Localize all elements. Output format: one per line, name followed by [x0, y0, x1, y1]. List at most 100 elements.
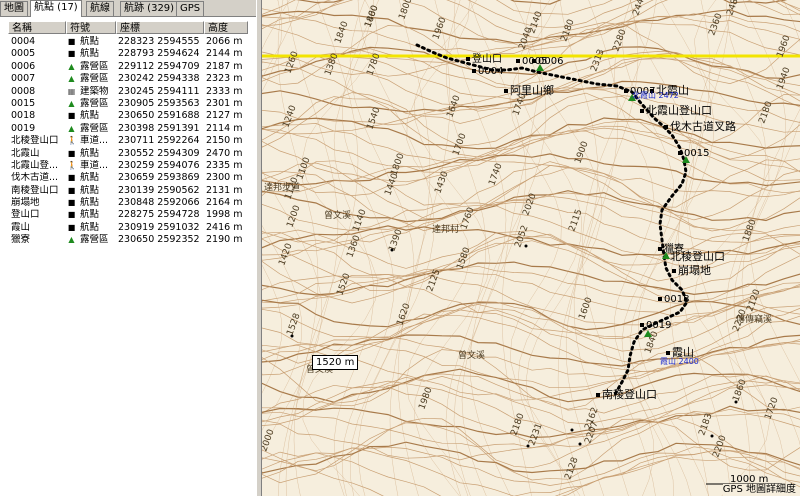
waypoint-altitude: 2131 m: [206, 184, 243, 196]
waypoint-symbol-label: 航點: [80, 147, 100, 159]
tab-waypoints[interactable]: 航點 (17): [30, 0, 82, 17]
waypoint-marker: [672, 269, 676, 273]
waypoint-symbol-label: 航點: [80, 36, 100, 47]
waypoint-coord: 230919 2591032: [118, 221, 200, 233]
square-icon: ■: [67, 173, 76, 183]
waypoint-name: 0007: [11, 73, 36, 85]
spot-height-dot: [524, 244, 528, 248]
contour-label: 1528: [285, 312, 302, 337]
waypoint-marker: [666, 351, 670, 355]
waypoint-symbol-label: 露營區: [80, 234, 109, 246]
contour-line: [405, 0, 471, 496]
contour-label: 2180: [509, 412, 526, 437]
contour-line: [262, 368, 800, 403]
waypoint-symbol-label: 航點: [80, 110, 100, 122]
waypoint-name: 0008: [11, 85, 36, 97]
contour-label: 1940: [775, 66, 792, 91]
waypoint-symbol-label: 露營區: [80, 60, 109, 72]
contour-label: 1700: [451, 132, 468, 157]
table-row[interactable]: 獵寮 露營區 230650 2592352 2190 m ▲: [0, 234, 256, 246]
table-row[interactable]: 0007 露營區 230242 2594338 2323 m ▲: [0, 73, 256, 85]
waypoint-symbol-label: 露營區: [80, 73, 109, 85]
contour-label: 1360: [345, 234, 362, 259]
table-row[interactable]: 北霞山 航點 230552 2594309 2470 m ■: [0, 148, 256, 160]
table-row[interactable]: 0019 露營區 230398 2591391 2114 m ▲: [0, 123, 256, 135]
waypoint-name: 0019: [11, 122, 36, 134]
waypoint-altitude: 2164 m: [206, 197, 243, 209]
waypoint-label: 崩塌地: [678, 263, 711, 277]
waypoint-label: 0015: [684, 148, 709, 159]
waypoint-name: 北霞山: [11, 147, 40, 159]
waypoint-symbol-label: 航點: [80, 221, 100, 233]
place-label: 傳傳竊溪: [736, 313, 772, 325]
tent-icon: ▲: [68, 98, 75, 108]
waypoint-name: 0006: [11, 60, 36, 72]
table-row[interactable]: 0004 航點 228323 2594555 2066 m ■: [0, 36, 256, 48]
table-row[interactable]: 北稜登山口 車道... 230711 2592264 2150 m 🚶: [0, 135, 256, 147]
square-icon: ■: [67, 111, 76, 121]
table-row[interactable]: 0015 露營區 230905 2593563 2301 m ▲: [0, 98, 256, 110]
spot-height-dot: [734, 400, 738, 404]
table-row[interactable]: 霞山 航點 230919 2591032 2416 m ■: [0, 222, 256, 234]
building-icon: ▦: [67, 86, 76, 96]
waypoint-altitude: 2066 m: [206, 36, 243, 47]
table-row[interactable]: 0008 建築物 230245 2594111 2333 m ▦: [0, 86, 256, 98]
waypoint-label: 0019: [646, 320, 671, 331]
contour-label: 1960: [431, 16, 448, 41]
waypoint-name: 登山口: [11, 209, 40, 221]
col-header-coord[interactable]: 座標: [116, 21, 204, 34]
waypoint-label: 0006: [538, 56, 563, 67]
waypoint-marker: [664, 125, 668, 129]
waypoint-symbol-label: 航點: [80, 48, 100, 60]
contour-label: 2140: [527, 10, 544, 35]
table-row[interactable]: 0006 露營區 229112 2594709 2187 m ▲: [0, 61, 256, 73]
tab-tracks[interactable]: 航跡 (329): [120, 1, 179, 16]
elevation-readout: 1520 m: [312, 355, 359, 370]
contour-label: 2115: [567, 208, 584, 233]
waypoint-altitude: 2187 m: [206, 60, 243, 72]
tent-icon: ▲: [68, 74, 75, 84]
square-icon: ■: [67, 148, 76, 158]
contour-label: 1430: [433, 170, 450, 195]
waypoint-symbol-label: 車道...: [80, 159, 109, 171]
tab-routes[interactable]: 航線: [86, 1, 114, 16]
waypoint-marker: [466, 57, 470, 61]
waypoint-label: 南稜登山口: [602, 387, 657, 401]
table-row[interactable]: 南稜登山口 航點 230139 2590562 2131 m ■: [0, 185, 256, 197]
contour-label: 2180: [559, 18, 576, 43]
table-row[interactable]: 北霞山登... 車道... 230259 2594076 2335 m 🚶: [0, 160, 256, 172]
place-label: 達邦步道: [264, 181, 300, 193]
contour-label: 2180: [757, 100, 774, 125]
contour-label: 1100: [295, 156, 312, 181]
tab-map[interactable]: 地圖: [0, 1, 28, 16]
table-row[interactable]: 0005 航點 228793 2594624 2144 m ■: [0, 48, 256, 60]
waypoint-symbol-label: 航點: [80, 184, 100, 196]
waypoint-label: 北霞山登山口: [646, 103, 712, 117]
contour-label: 1980: [417, 386, 434, 411]
waypoint-coord: 230905 2593563: [118, 97, 200, 109]
map-view[interactable]: 1860 1960 2040 2140 2180 2280 2360 2440 2480 1780…: [262, 0, 800, 496]
spot-height-dot: [290, 334, 294, 338]
waypoint-label: 北稜登山口: [670, 249, 725, 263]
tab-gps[interactable]: GPS: [176, 1, 205, 16]
table-row[interactable]: 登山口 航點 228275 2594728 1998 m ■: [0, 209, 256, 221]
waypoint-altitude: 2300 m: [206, 172, 243, 184]
spot-height-dot: [570, 428, 574, 432]
tent-icon: ▲: [68, 123, 75, 133]
waypoint-coord: 230659 2593869: [118, 172, 200, 184]
waypoint-coord: 230242 2594338: [118, 73, 200, 85]
table-row[interactable]: 崩塌地 航點 230848 2592066 2164 m ■: [0, 197, 256, 209]
table-row[interactable]: 0018 航點 230650 2591688 2127 m ■: [0, 110, 256, 122]
contour-label: 1390: [387, 228, 404, 253]
waypoint-altitude: 2144 m: [206, 48, 243, 60]
contour-label: 2360: [707, 12, 724, 37]
contour-label: 1860: [731, 378, 748, 403]
table-row[interactable]: 伐木古道... 航點 230659 2593869 2300 m ■: [0, 172, 256, 184]
col-header-name[interactable]: 名稱: [8, 21, 66, 34]
contour-label: 1540: [365, 106, 382, 131]
contour-label: 1840: [333, 20, 350, 45]
waypoint-symbol-label: 露營區: [80, 97, 109, 109]
col-header-symbol[interactable]: 符號: [66, 21, 116, 34]
col-header-altitude[interactable]: 高度: [204, 21, 248, 34]
waypoint-coord: 228323 2594555: [118, 36, 200, 47]
